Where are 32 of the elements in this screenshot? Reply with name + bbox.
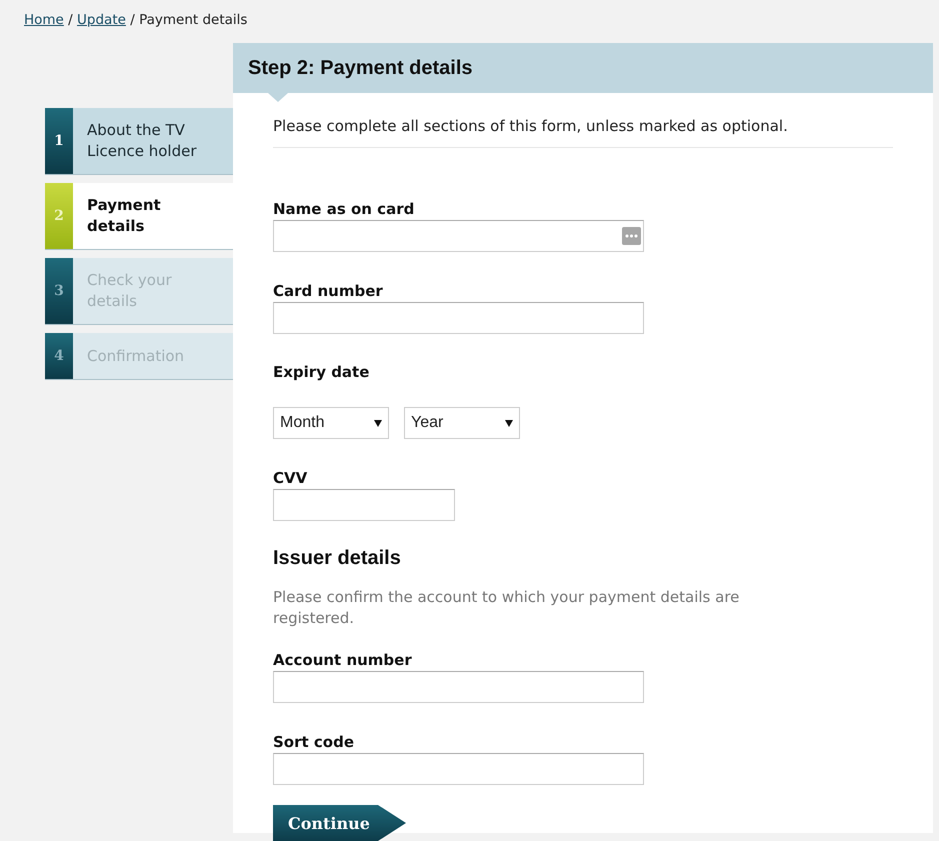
- breadcrumb-separator: /: [130, 12, 135, 28]
- form-instructions: Please complete all sections of this form, unless marked as optional.: [273, 117, 893, 148]
- field-label: Sort code: [273, 733, 356, 751]
- step-tab[interactable]: 1 About the TV Licence holder: [45, 108, 233, 175]
- continue-button[interactable]: Continue: [273, 805, 406, 841]
- input-field[interactable]: [273, 753, 644, 785]
- step-tab[interactable]: 2 Payment details: [45, 183, 233, 250]
- breadcrumb-separator: /: [68, 12, 73, 28]
- step-number: 4: [45, 333, 73, 379]
- breadcrumb-link[interactable]: Update: [77, 12, 126, 28]
- section-note: Please confirm the account to which your payment details are registered.: [273, 587, 740, 629]
- input-field[interactable]: [273, 489, 455, 521]
- field-label: Name as on card: [273, 200, 416, 218]
- panel-title: Step 2: Payment details: [248, 56, 473, 80]
- dropdown[interactable]: Year: [404, 407, 520, 439]
- step-number: 3: [45, 258, 73, 324]
- input-field[interactable]: [273, 671, 644, 703]
- field-label: CVV: [273, 469, 308, 487]
- more-dots-icon[interactable]: [622, 227, 641, 245]
- field-label: Account number: [273, 651, 413, 669]
- step-number: 2: [45, 183, 73, 249]
- caret-icon: [374, 419, 382, 427]
- field-label: Card number: [273, 282, 384, 300]
- field-label: Expiry date: [273, 363, 370, 381]
- breadcrumb-link[interactable]: Home: [24, 12, 64, 28]
- input-field[interactable]: [273, 302, 644, 334]
- section-heading: Issuer details: [273, 547, 402, 570]
- dropdown[interactable]: Month: [273, 407, 389, 439]
- caret-icon: [505, 419, 513, 427]
- breadcrumb-current: Payment details: [139, 12, 248, 28]
- step-number: 1: [45, 108, 73, 174]
- input-field[interactable]: [273, 220, 644, 252]
